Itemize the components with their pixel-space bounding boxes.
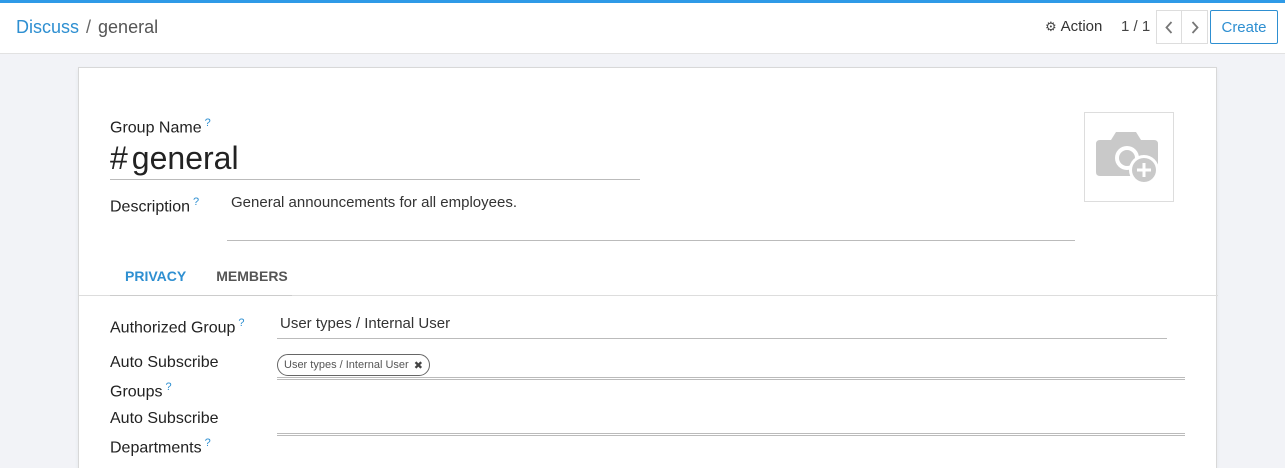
breadcrumb: Discuss / general bbox=[16, 16, 158, 38]
chevron-left-icon bbox=[1165, 20, 1173, 34]
authorized-group-value: User types / Internal User bbox=[280, 315, 451, 332]
tab-members[interactable]: MEMBERS bbox=[201, 257, 303, 295]
auto-subscribe-groups-field[interactable] bbox=[277, 377, 1185, 380]
auto-subscribe-groups-help-icon[interactable]: ? bbox=[165, 381, 171, 393]
auto-subscribe-groups-label-line1: Auto Subscribe bbox=[110, 354, 219, 371]
group-name-input[interactable]: # general bbox=[110, 138, 640, 180]
group-name-value: general bbox=[131, 140, 239, 176]
auto-subscribe-departments-label: Auto Subscribe bbox=[110, 407, 219, 431]
camera-add-icon bbox=[1096, 132, 1159, 185]
auto-subscribe-departments-label-line2: Departments bbox=[110, 439, 202, 457]
pager-previous-button[interactable] bbox=[1156, 10, 1182, 44]
pager-next-button[interactable] bbox=[1182, 10, 1208, 44]
description-value: General announcements for all employees. bbox=[231, 194, 517, 211]
auto-subscribe-departments-label-line1: Auto Subscribe bbox=[110, 410, 219, 427]
authorized-group-help-icon[interactable]: ? bbox=[238, 317, 244, 329]
auto-subscribe-groups-label: Auto Subscribe bbox=[110, 351, 219, 375]
tab-privacy[interactable]: PRIVACY bbox=[110, 257, 201, 295]
auto-subscribe-departments-help-icon[interactable]: ? bbox=[205, 437, 211, 449]
create-button[interactable]: Create bbox=[1210, 10, 1278, 44]
group-name-label-text: Group Name bbox=[110, 119, 202, 137]
tabs-underline bbox=[110, 295, 292, 296]
pager-buttons bbox=[1156, 10, 1208, 44]
gear-icon: ⚙ bbox=[1045, 18, 1057, 34]
action-button[interactable]: ⚙ Action bbox=[1045, 18, 1102, 35]
auto-subscribe-departments-field[interactable] bbox=[277, 433, 1185, 436]
form-sheet: Group Name? # general Description? Gener… bbox=[78, 67, 1218, 468]
breadcrumb-separator: / bbox=[86, 17, 92, 37]
close-icon[interactable]: ✖ bbox=[414, 359, 423, 372]
group-name-label: Group Name? bbox=[110, 111, 211, 140]
breadcrumb-current: general bbox=[98, 17, 159, 37]
control-panel: Discuss / general ⚙ Action 1 / 1 Create bbox=[0, 3, 1285, 54]
auto-subscribe-departments-label-2: Departments? bbox=[110, 431, 211, 460]
channel-hash-prefix: # bbox=[110, 140, 128, 176]
auto-subscribe-group-tag: User types / Internal User ✖ bbox=[277, 354, 430, 376]
description-label-text: Description bbox=[110, 198, 191, 216]
description-input[interactable]: General announcements for all employees. bbox=[227, 188, 1075, 241]
form-tabs: PRIVACY MEMBERS bbox=[110, 257, 303, 295]
action-label: Action bbox=[1060, 18, 1103, 35]
auto-subscribe-groups-label-2: Groups? bbox=[110, 375, 172, 404]
description-help-icon[interactable]: ? bbox=[193, 196, 199, 208]
tag-label: User types / Internal User bbox=[284, 359, 409, 371]
chevron-right-icon bbox=[1191, 20, 1199, 34]
description-label: Description? bbox=[110, 190, 199, 219]
group-name-help-icon[interactable]: ? bbox=[205, 117, 211, 129]
group-image-upload[interactable] bbox=[1084, 112, 1174, 202]
breadcrumb-discuss-link[interactable]: Discuss bbox=[16, 17, 79, 37]
authorized-group-label-text: Authorized Group bbox=[110, 319, 236, 337]
authorized-group-label: Authorized Group? bbox=[110, 311, 245, 340]
pager-value[interactable]: 1 / 1 bbox=[1121, 18, 1150, 35]
authorized-group-field[interactable]: User types / Internal User bbox=[277, 312, 1167, 339]
auto-subscribe-groups-label-line2: Groups bbox=[110, 383, 163, 401]
